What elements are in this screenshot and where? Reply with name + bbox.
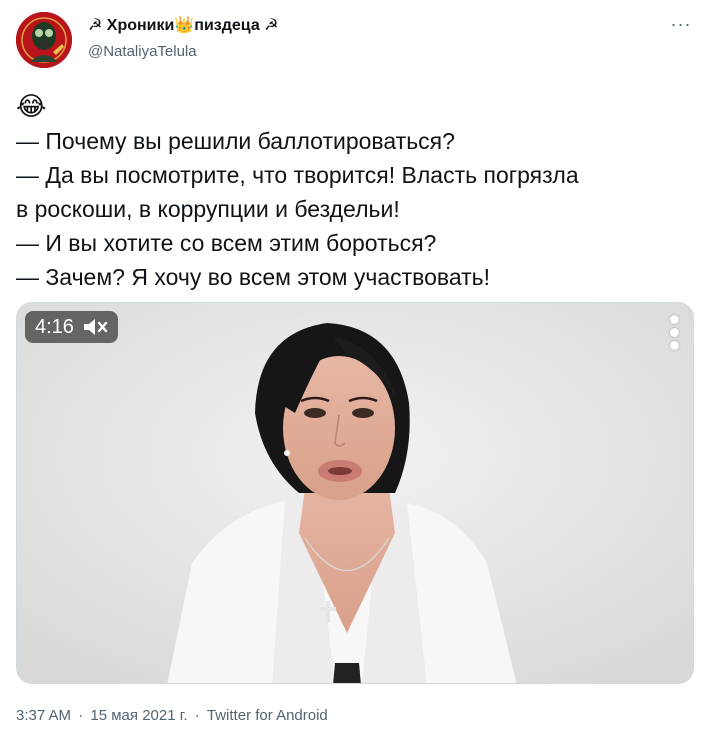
video-duration: 4:16 xyxy=(35,316,74,338)
tweet-metadata: 3:37 AM · 15 мая 2021 г. · Twitter for A… xyxy=(16,706,328,726)
laughing-emoji-icon: 😂 xyxy=(16,91,47,121)
author-display-name[interactable]: ☭ Хроники👑пиздеца ☭ xyxy=(88,16,279,36)
tweet-time[interactable]: 3:37 AM xyxy=(16,707,71,724)
more-horizontal-icon: ··· xyxy=(670,14,692,34)
video-frame xyxy=(17,303,693,683)
meta-separator: · xyxy=(194,707,200,724)
tweet-line: в роскоши, в коррупции и бездельи! xyxy=(16,196,400,222)
avatar[interactable] xyxy=(16,12,72,68)
more-vertical-icon[interactable] xyxy=(667,315,681,355)
tweet-source[interactable]: Twitter for Android xyxy=(207,707,328,724)
video-player[interactable]: 4:16 xyxy=(16,302,694,684)
tweet-text: 😂 — Почему вы решили баллотироваться? — … xyxy=(16,88,706,294)
avatar-gasmask-icon xyxy=(16,12,72,68)
tweet-date[interactable]: 15 мая 2021 г. xyxy=(90,707,187,724)
muted-speaker-icon[interactable] xyxy=(82,317,108,337)
tweet-line: — И вы хотите со всем этим бороться? xyxy=(16,230,437,256)
author-handle[interactable]: @NataliyaTelula xyxy=(88,42,197,62)
tweet-line: — Да вы посмотрите, что творится! Власть… xyxy=(16,162,579,188)
video-duration-badge: 4:16 xyxy=(25,311,118,343)
meta-separator: · xyxy=(78,707,84,724)
more-options-button[interactable]: ··· xyxy=(667,14,695,34)
tweet: ☭ Хроники👑пиздеца ☭ @NataliyaTelula ··· … xyxy=(0,0,713,742)
tweet-line: — Почему вы решили баллотироваться? xyxy=(16,128,455,154)
tweet-line: — Зачем? Я хочу во всем этом участвовать… xyxy=(16,264,491,290)
